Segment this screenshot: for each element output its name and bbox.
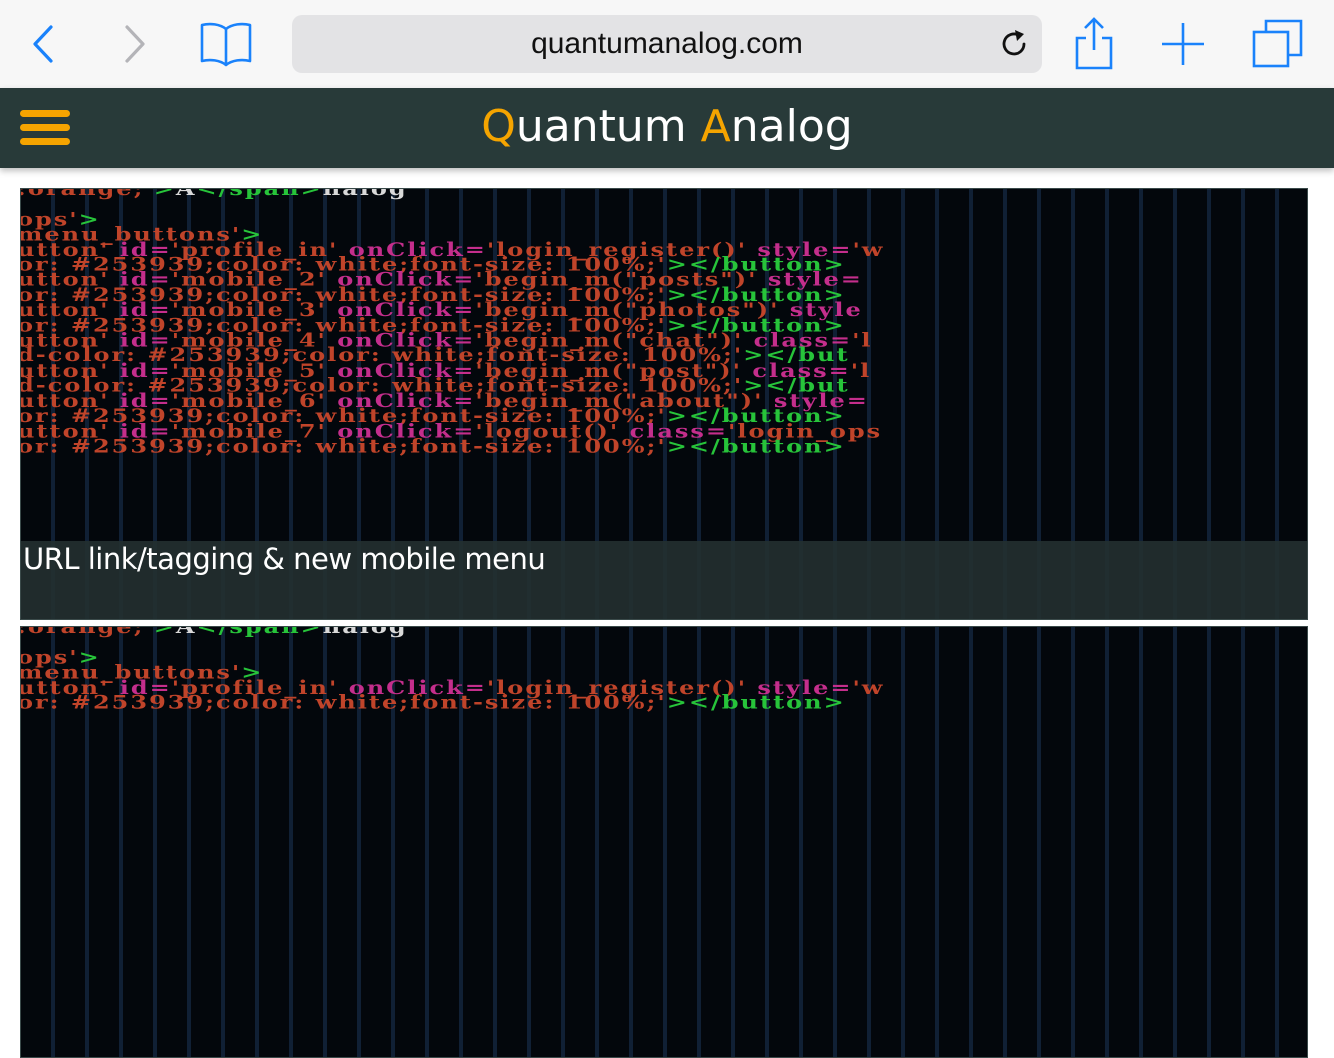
post-thumbnail: :orange;'>A</span>nalog ops'> menu_button… [21, 627, 1307, 1057]
bookmarks-button[interactable] [196, 0, 256, 88]
code-token: > [153, 626, 176, 638]
code-token: nalog [322, 626, 408, 638]
back-button[interactable] [22, 0, 66, 88]
tabs-icon [1252, 19, 1303, 68]
book-icon [200, 22, 252, 67]
code-token: 'w [852, 237, 885, 261]
share-button[interactable] [1070, 0, 1118, 88]
code-token: </span> [196, 188, 323, 200]
chevron-right-icon [125, 25, 145, 63]
code-line: :orange;'>A</span>nalog [21, 627, 884, 636]
post-caption[interactable]: URL link/tagging & new mobile menu [23, 542, 546, 576]
share-icon [1075, 17, 1113, 70]
code-token: ></button> [666, 434, 846, 458]
site-header: Quantum Analog [0, 88, 1334, 168]
code-token: nalog [322, 188, 408, 200]
code-token: :orange;' [20, 626, 154, 638]
code-token: 'w [852, 675, 885, 699]
code-token: :orange;' [20, 188, 154, 200]
code-token: A [175, 626, 197, 638]
code-line: or: #253939;color: white;font-size: 100%… [21, 436, 884, 455]
code-snippet-image: :orange;'>A</span>nalog ops'> menu_button… [21, 189, 885, 455]
tabs-button[interactable] [1250, 0, 1306, 88]
code-token: 'l [850, 358, 872, 382]
site-title[interactable]: Quantum Analog [0, 88, 1334, 168]
code-token: </span> [196, 626, 323, 638]
browser-toolbar: quantumanalog.com [0, 0, 1334, 88]
post-card[interactable]: :orange;'>A</span>nalog ops'> menu_button… [20, 188, 1308, 620]
title-part-1: uantum [515, 101, 701, 152]
reload-icon[interactable] [998, 28, 1030, 60]
code-line: or: #253939;color: white;font-size: 100%… [21, 693, 884, 712]
chevron-left-icon [33, 25, 53, 63]
code-line: :orange;'>A</span>nalog [21, 189, 884, 198]
forward-button[interactable] [112, 0, 156, 88]
post-card[interactable]: :orange;'>A</span>nalog ops'> menu_button… [20, 626, 1308, 1058]
code-token: white;font-size: 100%;' [315, 690, 667, 714]
title-letter-q: Q [481, 101, 516, 152]
code-token: 'l [852, 328, 873, 352]
code-token: white;font-size: 100%;' [315, 434, 667, 458]
new-tab-button[interactable] [1158, 0, 1208, 88]
code-token: or: #253939;color: [20, 690, 316, 714]
plus-icon [1162, 23, 1204, 65]
title-letter-a: A [700, 101, 731, 152]
code-token: > [153, 188, 176, 200]
code-token: ></button> [666, 690, 846, 714]
address-bar[interactable]: quantumanalog.com [292, 15, 1042, 73]
code-token: or: #253939;color: [20, 434, 316, 458]
title-part-2: nalog [730, 101, 853, 152]
code-token: A [175, 188, 197, 200]
url-text: quantumanalog.com [531, 27, 803, 60]
code-snippet-image: :orange;'>A</span>nalog ops'> menu_button… [21, 627, 885, 712]
